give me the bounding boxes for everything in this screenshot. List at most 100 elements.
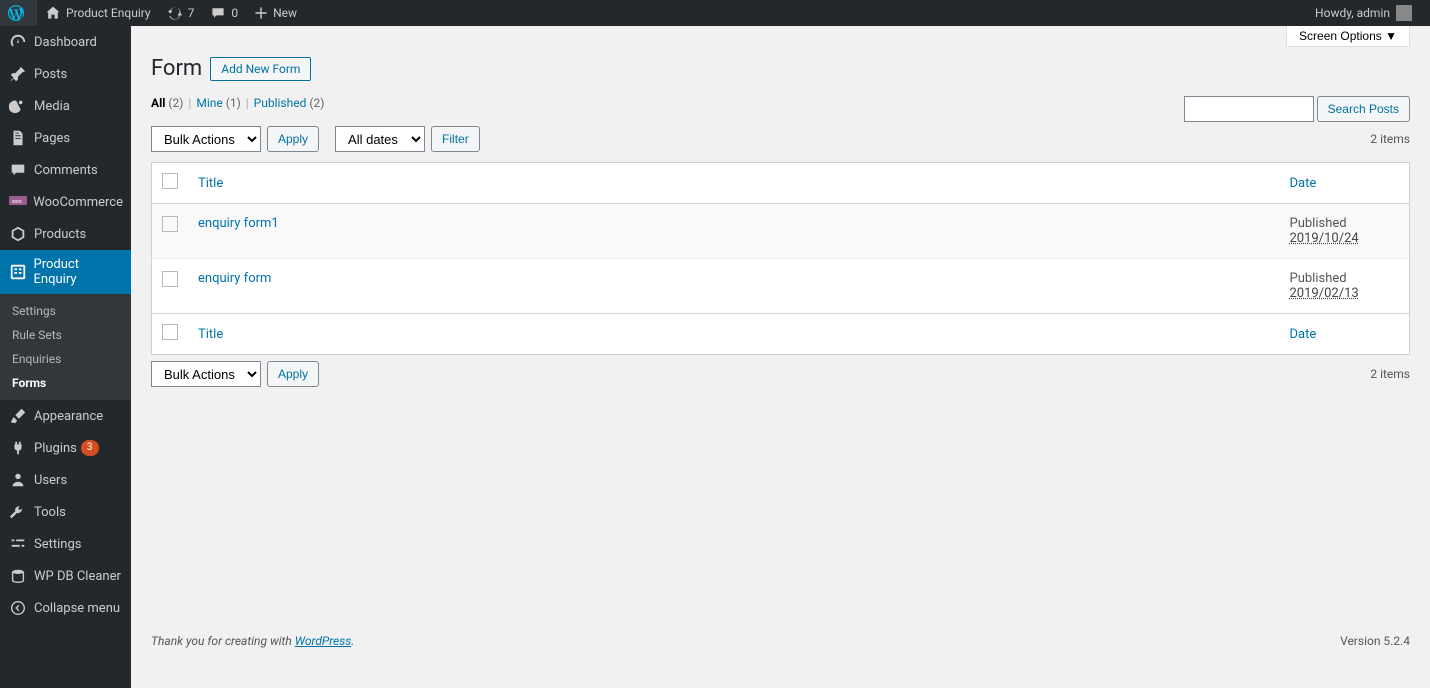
sidebar-item-appearance[interactable]: Appearance — [0, 400, 131, 432]
sidebar-item-settings[interactable]: Settings — [0, 528, 131, 560]
enquiry-icon — [8, 263, 28, 281]
sidebar-item-label: Collapse menu — [34, 601, 120, 616]
comment-icon — [210, 5, 226, 21]
filter-published[interactable]: Published — [254, 96, 307, 110]
sidebar-item-label: Settings — [34, 537, 81, 552]
filter-mine-count: (1) — [226, 96, 241, 110]
screen-options-button[interactable]: Screen Options ▼ — [1286, 26, 1410, 47]
avatar — [1396, 5, 1412, 21]
updates-count: 7 — [188, 6, 195, 20]
pin-icon — [8, 65, 28, 83]
bulk-actions-select-bottom[interactable]: Bulk Actions — [151, 361, 261, 387]
row-status: Published — [1290, 271, 1347, 286]
db-icon — [8, 567, 28, 585]
select-all-bottom-checkbox[interactable] — [162, 324, 178, 340]
comments-count: 0 — [231, 6, 238, 20]
page-icon — [8, 129, 28, 147]
filter-mine[interactable]: Mine — [196, 96, 222, 110]
svg-text:woo: woo — [12, 199, 22, 205]
row-date: 2019/10/24 — [1290, 231, 1359, 246]
date-filter-select[interactable]: All dates — [335, 126, 425, 152]
row-checkbox[interactable] — [162, 216, 178, 232]
product-icon — [8, 225, 28, 243]
select-all-top-checkbox[interactable] — [162, 173, 178, 189]
forms-table: Title Date enquiry form1Published2019/10… — [151, 162, 1410, 355]
slider-icon — [8, 535, 28, 553]
sidebar-item-posts[interactable]: Posts — [0, 58, 131, 90]
column-title-footer[interactable]: Title — [188, 314, 1280, 355]
sidebar-item-label: Tools — [34, 505, 66, 520]
sidebar-item-product-enquiry[interactable]: Product Enquiry — [0, 250, 131, 294]
sidebar-item-products[interactable]: Products — [0, 218, 131, 250]
comment-icon — [8, 161, 28, 179]
submenu-item-forms[interactable]: Forms — [0, 371, 131, 395]
version-text: Version 5.2.4 — [1340, 634, 1410, 648]
row-title-link[interactable]: enquiry form — [198, 271, 271, 286]
collapse-icon — [8, 599, 28, 617]
sidebar-item-label: Media — [34, 99, 70, 114]
filter-all[interactable]: All — [151, 96, 165, 110]
sidebar-item-users[interactable]: Users — [0, 464, 131, 496]
comments-link[interactable]: 0 — [202, 0, 246, 26]
brush-icon — [8, 407, 28, 425]
home-icon — [45, 5, 61, 21]
update-icon — [167, 5, 183, 21]
admin-sidebar: DashboardPosts Media Pages Comments wooWooCo… — [0, 26, 131, 688]
footer-credit: Thank you for creating with WordPress. — [151, 634, 354, 648]
filter-all-count: (2) — [168, 96, 183, 110]
site-name-label: Product Enquiry — [66, 6, 151, 20]
updates-link[interactable]: 7 — [159, 0, 203, 26]
plus-icon — [254, 6, 268, 20]
sidebar-item-collapse-menu[interactable]: Collapse menu — [0, 592, 131, 624]
sidebar-item-label: Plugins — [34, 441, 77, 456]
account-link[interactable]: Howdy, admin — [1307, 0, 1420, 26]
column-date-footer[interactable]: Date — [1280, 314, 1410, 355]
items-count-top: 2 items — [1370, 132, 1410, 146]
column-date-header[interactable]: Date — [1280, 163, 1410, 204]
apply-button-top[interactable]: Apply — [267, 126, 319, 152]
sidebar-item-plugins[interactable]: Plugins 3 — [0, 432, 131, 464]
bulk-actions-select-top[interactable]: Bulk Actions — [151, 126, 261, 152]
screen-options-label: Screen Options — [1299, 29, 1382, 43]
sidebar-item-tools[interactable]: Tools — [0, 496, 131, 528]
page-title: Form — [151, 56, 202, 81]
plug-icon — [8, 439, 28, 457]
new-content-link[interactable]: New — [246, 0, 305, 26]
sidebar-item-label: Appearance — [34, 409, 103, 424]
filter-button[interactable]: Filter — [431, 126, 480, 152]
items-count-bottom: 2 items — [1370, 367, 1410, 381]
sidebar-item-label: Pages — [34, 131, 70, 146]
sidebar-item-wp-db-cleaner[interactable]: WP DB Cleaner — [0, 560, 131, 592]
row-status: Published — [1290, 216, 1347, 231]
wp-logo[interactable] — [0, 0, 37, 26]
table-row: enquiry form1 Published2019/10/24 — [152, 204, 1410, 259]
speedometer-icon — [8, 33, 28, 51]
submenu-item-enquiries[interactable]: Enquiries — [0, 347, 131, 371]
row-date: 2019/02/13 — [1290, 286, 1359, 301]
new-label: New — [273, 6, 297, 20]
sidebar-item-dashboard[interactable]: Dashboard — [0, 26, 131, 58]
sidebar-item-label: Comments — [34, 163, 98, 178]
add-new-form-button[interactable]: Add New Form — [210, 57, 311, 81]
woo-icon: woo — [8, 193, 27, 211]
filter-published-count: (2) — [309, 96, 324, 110]
howdy-text: Howdy, admin — [1315, 6, 1390, 20]
column-title-header[interactable]: Title — [188, 163, 1280, 204]
row-title-link[interactable]: enquiry form1 — [198, 216, 279, 231]
site-name-link[interactable]: Product Enquiry — [37, 0, 159, 26]
sidebar-item-woocommerce[interactable]: wooWooCommerce — [0, 186, 131, 218]
user-icon — [8, 471, 28, 489]
media-icon — [8, 97, 28, 115]
search-button[interactable]: Search Posts — [1317, 96, 1410, 122]
submenu-item-rule-sets[interactable]: Rule Sets — [0, 323, 131, 347]
sidebar-item-comments[interactable]: Comments — [0, 154, 131, 186]
sidebar-item-media[interactable]: Media — [0, 90, 131, 122]
wordpress-link[interactable]: WordPress — [295, 634, 352, 648]
search-input[interactable] — [1184, 96, 1314, 122]
sidebar-item-label: Products — [34, 227, 86, 242]
submenu-item-settings[interactable]: Settings — [0, 299, 131, 323]
row-checkbox[interactable] — [162, 271, 178, 287]
apply-button-bottom[interactable]: Apply — [267, 361, 319, 387]
sidebar-item-pages[interactable]: Pages — [0, 122, 131, 154]
badge: 3 — [81, 440, 99, 456]
